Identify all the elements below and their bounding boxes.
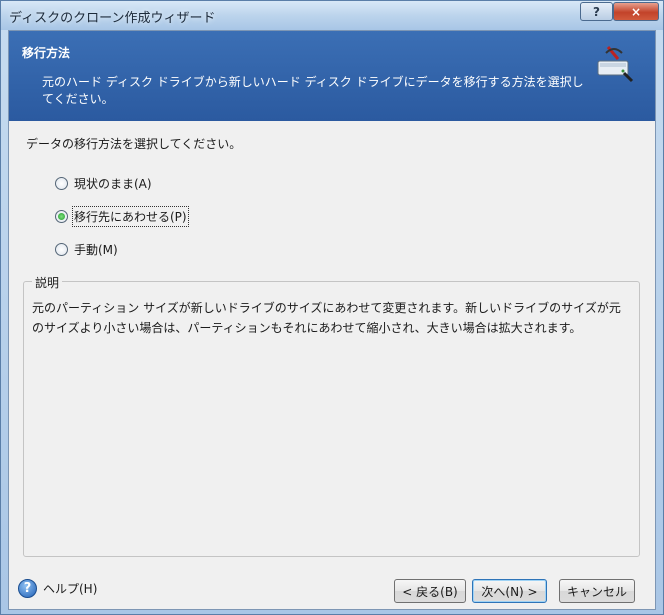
step-title: 移行方法 [22,46,71,60]
title-bar[interactable]: ディスクのクローン作成ウィザード ? × [1,1,663,30]
disk-clone-icon [597,46,634,83]
cancel-button[interactable]: キャンセル [559,579,635,603]
step-description: 元のハード ディスク ドライブから新しいハード ディスク ドライブにデータを移行… [42,75,584,106]
window-title: ディスクのクローン作成ウィザード [9,11,216,26]
close-icon: × [630,4,642,19]
option-as-is[interactable]: 現状のまま(A) [55,175,152,192]
next-button[interactable]: 次へ(N) > [472,579,547,603]
description-group: 説明 元のパーティション サイズが新しいドライブのサイズにあわせて変更されます。… [23,274,640,557]
radio-fit-target[interactable] [55,210,68,223]
close-button[interactable]: × [613,2,659,21]
help-label: ヘルプ(H) [43,582,98,596]
wizard-page: 移行方法 元のハード ディスク ドライブから新しいハード ディスク ドライブにデ… [8,30,656,610]
question-icon: ? [593,4,600,19]
option-fit-target-label: 移行先にあわせる(P) [72,206,189,227]
wizard-header: 移行方法 元のハード ディスク ドライブから新しいハード ディスク ドライブにデ… [9,31,655,121]
selection-prompt: データの移行方法を選択してください。 [26,137,242,151]
description-text: 元のパーティション サイズが新しいドライブのサイズにあわせて変更されます。新しい… [32,301,621,335]
option-manual-label: 手動(M) [74,243,118,257]
wizard-window: ディスクのクローン作成ウィザード ? × 移行方法 元のハード ディスク ドライ… [0,0,664,615]
option-fit-target[interactable]: 移行先にあわせる(P) [55,206,189,227]
title-help-button[interactable]: ? [580,2,613,21]
description-legend: 説明 [32,274,63,291]
radio-as-is[interactable] [55,177,68,190]
radio-manual[interactable] [55,243,68,256]
option-manual[interactable]: 手動(M) [55,241,118,258]
help-icon: ? [18,579,37,598]
help-button[interactable]: ? ヘルプ(H) [18,579,97,598]
option-as-is-label: 現状のまま(A) [74,177,152,191]
back-button[interactable]: < 戻る(B) [394,579,466,603]
